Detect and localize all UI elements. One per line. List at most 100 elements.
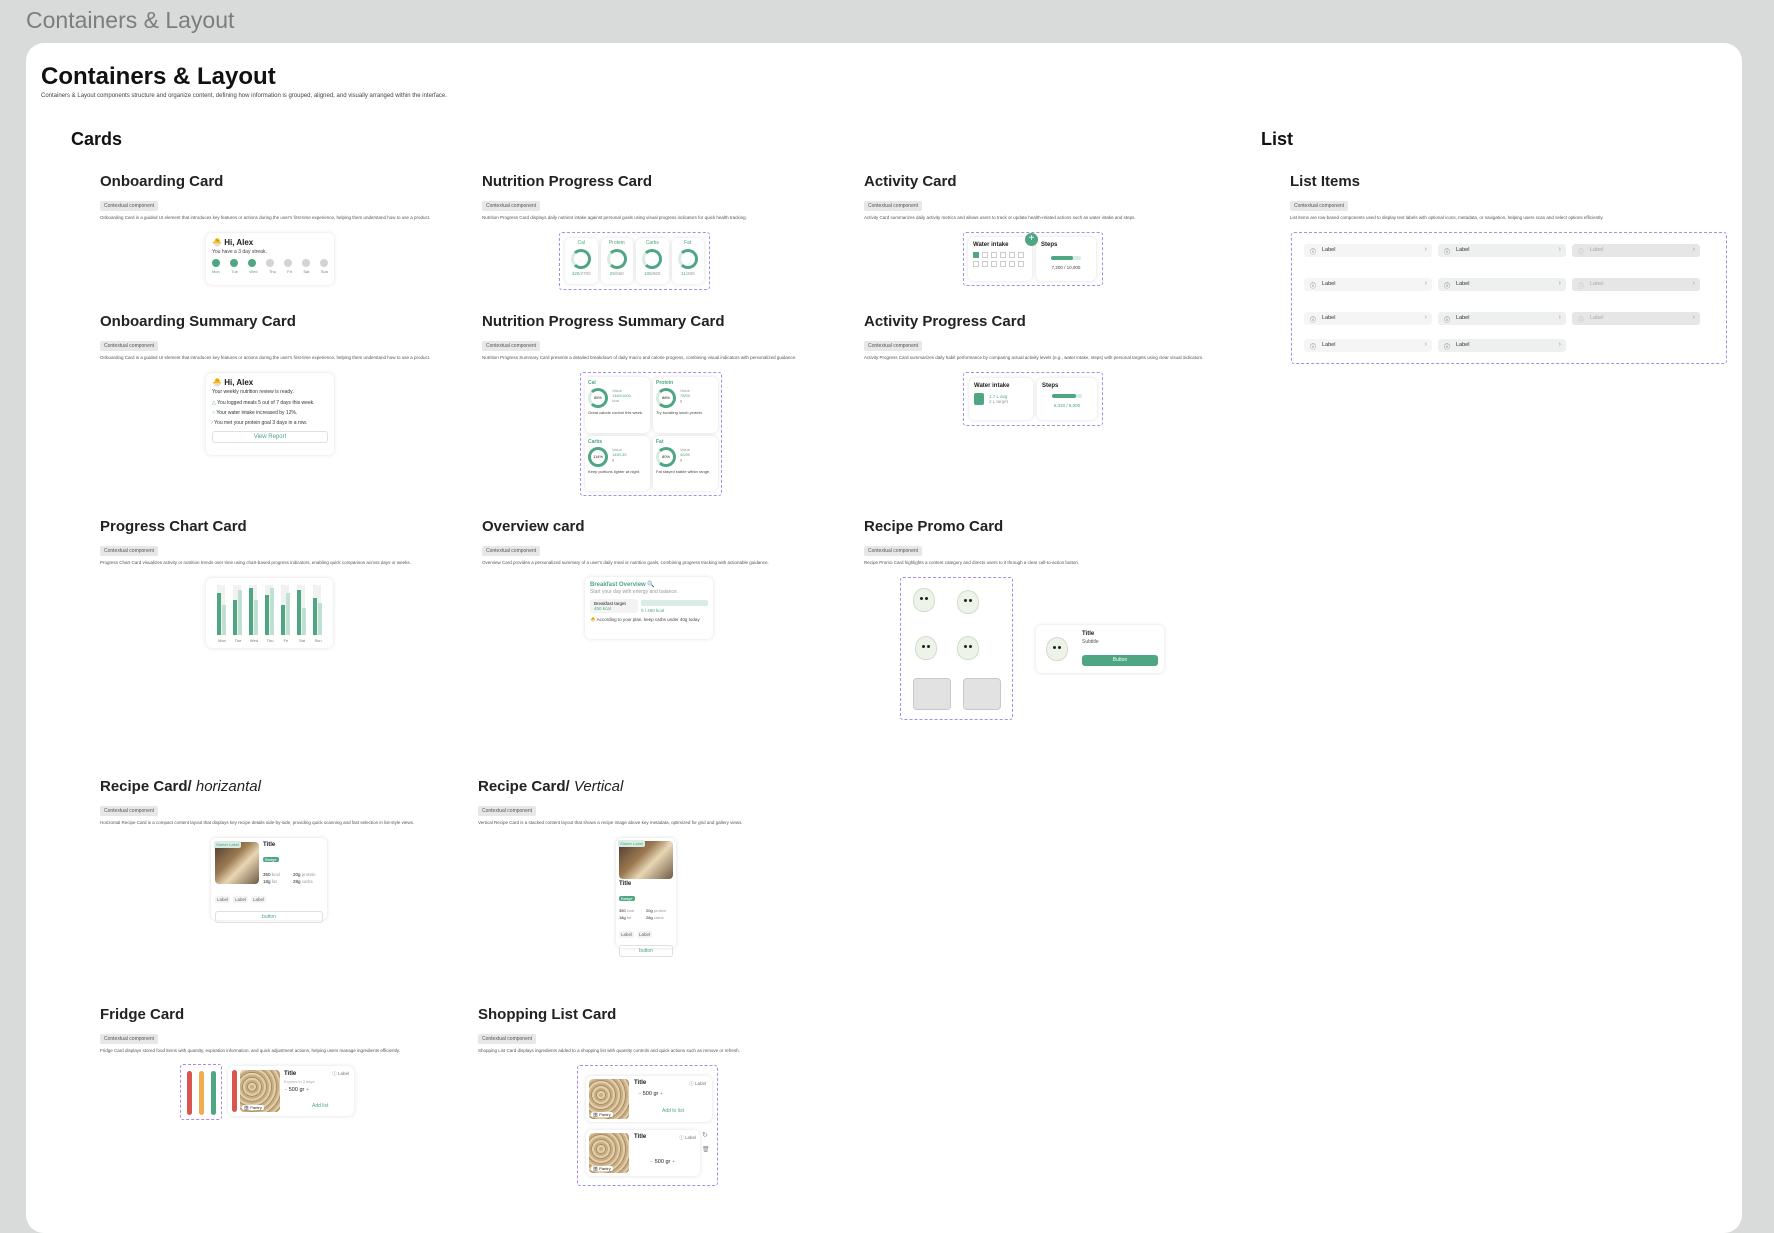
glass-icon[interactable] bbox=[982, 261, 988, 267]
list-item-hover[interactable]: ⓘ Label › bbox=[1438, 244, 1566, 257]
component-tag: Contextual component bbox=[478, 1034, 537, 1044]
water-card[interactable]: Water intake + bbox=[968, 233, 1038, 281]
shopping-item[interactable]: 🗄 Pantry Title ⓘ Label − 500 gr + Add to… bbox=[586, 1076, 712, 1122]
info-icon: ⓘ bbox=[1310, 250, 1317, 256]
section-description: Overview Card provides a personalized su… bbox=[482, 560, 769, 565]
nutrient-tile[interactable]: Fat 11/280 bbox=[671, 238, 704, 284]
minus-icon[interactable]: − bbox=[284, 1087, 287, 1093]
chart-bar[interactable] bbox=[297, 590, 301, 635]
steps-progress-fill bbox=[1051, 256, 1073, 260]
add-list-button[interactable]: Add list bbox=[312, 1103, 328, 1109]
chart-bar[interactable] bbox=[222, 605, 226, 635]
chart-bar[interactable] bbox=[270, 587, 274, 635]
chart-bar[interactable] bbox=[286, 592, 290, 635]
glass-icon[interactable] bbox=[1009, 252, 1015, 258]
nutrient-tile[interactable]: Carbs 105/960 bbox=[636, 238, 669, 284]
onboarding-summary-card[interactable]: 🐣 Hi, Alex Your weekly nutrition review … bbox=[206, 373, 334, 455]
nutrient-tile[interactable]: Protein 25/550 bbox=[600, 238, 633, 284]
day-label: Tue bbox=[231, 269, 238, 274]
section-description: Activity Card summarizes daily activity … bbox=[864, 215, 1136, 220]
steps-value: 7,200 / 10,000 bbox=[1051, 265, 1081, 270]
recipe-card-vertical[interactable]: Starter Label ♡ Title Badge 350 kcal 20g… bbox=[616, 838, 676, 957]
minus-icon[interactable]: − bbox=[638, 1091, 641, 1097]
section-description: Fridge Card displays stored food items w… bbox=[100, 1048, 400, 1053]
recipe-image: Starter Label bbox=[214, 841, 259, 884]
onboarding-card[interactable]: 🐣 Hi, Alex You have a 3 day streak. Mon T… bbox=[206, 233, 334, 285]
trash-icon[interactable]: 🗑 bbox=[702, 1146, 710, 1153]
glass-icon[interactable] bbox=[973, 252, 979, 258]
recipe-promo-card[interactable]: Title Subtitle Button bbox=[1036, 625, 1164, 673]
chart-bar[interactable] bbox=[233, 600, 237, 635]
plus-icon[interactable]: + bbox=[660, 1091, 663, 1097]
expiry-bar-red bbox=[187, 1071, 192, 1115]
list-item-hover[interactable]: ⓘ Label › bbox=[1438, 312, 1566, 325]
section-title: Overview card bbox=[482, 518, 585, 535]
chart-bar[interactable] bbox=[313, 597, 317, 635]
quantity-stepper[interactable]: − 500 gr + bbox=[284, 1087, 309, 1093]
shopping-item[interactable]: 🗄 Pantry Title ⓘ Label − 500 gr + bbox=[586, 1130, 700, 1176]
section-title: Nutrition Progress Summary Card bbox=[482, 313, 725, 330]
recipe-card-horizontal[interactable]: Starter Label Title Badge 350 kcal 20g p… bbox=[211, 838, 327, 923]
chevron-right-icon: › bbox=[1692, 280, 1695, 287]
chart-bar[interactable] bbox=[318, 602, 322, 635]
glass-icon[interactable] bbox=[991, 252, 997, 258]
glass-icon[interactable] bbox=[1009, 261, 1015, 267]
list-item-hover[interactable]: ⓘ Label › bbox=[1438, 339, 1566, 352]
progress-chart-card[interactable]: Mon Tue Wed Thu Fri Sat Sun bbox=[206, 578, 333, 648]
overview-card[interactable]: Breakfast Overview 🔍 Start your day with… bbox=[585, 577, 713, 639]
promo-button[interactable]: Button bbox=[1082, 655, 1158, 666]
recipe-button[interactable]: button bbox=[619, 945, 673, 957]
summary-subtitle: Your weekly nutrition review is ready. bbox=[212, 389, 294, 395]
steps-progress-tile[interactable]: Steps 6,320 / 8,000 bbox=[1037, 378, 1097, 420]
list-item-hover[interactable]: ⓘ Label › bbox=[1438, 278, 1566, 291]
section-recipe-promo: Recipe Promo Card Contextual component R… bbox=[864, 518, 1204, 566]
macro-tile[interactable]: Cal 85% Value 1460/1600 kcal Great calorie… bbox=[585, 377, 650, 433]
component-tag: Contextual component bbox=[100, 1034, 159, 1044]
chart-bar[interactable] bbox=[249, 587, 253, 635]
list-item[interactable]: ⓘ Label › bbox=[1304, 244, 1432, 257]
chart-bar[interactable] bbox=[238, 590, 242, 635]
expiry-bar bbox=[232, 1070, 237, 1112]
fridge-card[interactable]: 🗄 Pantry Title Expires in 3 days ⓘ Label… bbox=[228, 1066, 354, 1116]
add-to-list-button[interactable]: Add to list bbox=[662, 1108, 684, 1114]
minus-icon[interactable]: − bbox=[650, 1159, 653, 1165]
plus-icon[interactable]: + bbox=[306, 1087, 309, 1093]
chart-bar[interactable] bbox=[281, 605, 285, 635]
macro-tile[interactable]: Protein 88% Value 78/90 g Try boosting lun… bbox=[653, 377, 718, 433]
view-report-button[interactable]: View Report bbox=[212, 431, 328, 443]
recipe-button[interactable]: button bbox=[215, 911, 323, 923]
glass-icon[interactable] bbox=[1000, 252, 1006, 258]
section-title: Activity Progress Card bbox=[864, 313, 1026, 330]
chart-bar[interactable] bbox=[302, 607, 306, 635]
refresh-icon[interactable]: ↻ bbox=[702, 1131, 708, 1139]
glass-icon[interactable] bbox=[973, 261, 979, 267]
section-description: Progress Chart Card visualizes activity … bbox=[100, 560, 411, 565]
heart-icon[interactable]: ♡ bbox=[666, 841, 672, 849]
macro-tile[interactable]: Fat 80% Value 40/50 g Fat stayed stable wi… bbox=[653, 435, 718, 491]
list-item[interactable]: ⓘ Label › bbox=[1304, 312, 1432, 325]
water-progress-tile[interactable]: Water intake 1.7 L avg 2 L target bbox=[969, 378, 1033, 420]
target-value: 450 kcal bbox=[594, 606, 611, 611]
quantity-stepper[interactable]: − 500 gr + bbox=[650, 1159, 675, 1165]
glass-icon[interactable] bbox=[1018, 261, 1024, 267]
macro-tile[interactable]: Carbs 114% Value 148/130 g Keep portions l… bbox=[585, 435, 650, 491]
recipe-chips: Label Label Label bbox=[215, 888, 323, 906]
list-item[interactable]: ⓘ Label › bbox=[1304, 339, 1432, 352]
chart-bar[interactable] bbox=[265, 595, 269, 635]
glass-icon[interactable] bbox=[1018, 252, 1024, 258]
macro-label: Fat bbox=[656, 438, 664, 445]
glass-icon[interactable] bbox=[991, 261, 997, 267]
quantity-stepper[interactable]: − 500 gr + bbox=[638, 1091, 663, 1097]
chart-bar[interactable] bbox=[254, 600, 258, 635]
plus-icon[interactable]: + bbox=[1025, 233, 1038, 246]
chart-bar[interactable] bbox=[217, 592, 221, 635]
chevron-right-icon: › bbox=[1558, 280, 1561, 287]
macro-note: Try boosting lunch protein. bbox=[656, 410, 703, 415]
plus-icon[interactable]: + bbox=[672, 1159, 675, 1165]
glass-icon[interactable] bbox=[982, 252, 988, 258]
list-item[interactable]: ⓘ Label › bbox=[1304, 278, 1432, 291]
glass-icon[interactable] bbox=[1000, 261, 1006, 267]
steps-card[interactable]: Steps 7,200 / 10,000 bbox=[1036, 237, 1096, 281]
nutrient-tile[interactable]: Cal 420/2700 bbox=[565, 238, 598, 284]
chip: Label bbox=[637, 931, 653, 938]
